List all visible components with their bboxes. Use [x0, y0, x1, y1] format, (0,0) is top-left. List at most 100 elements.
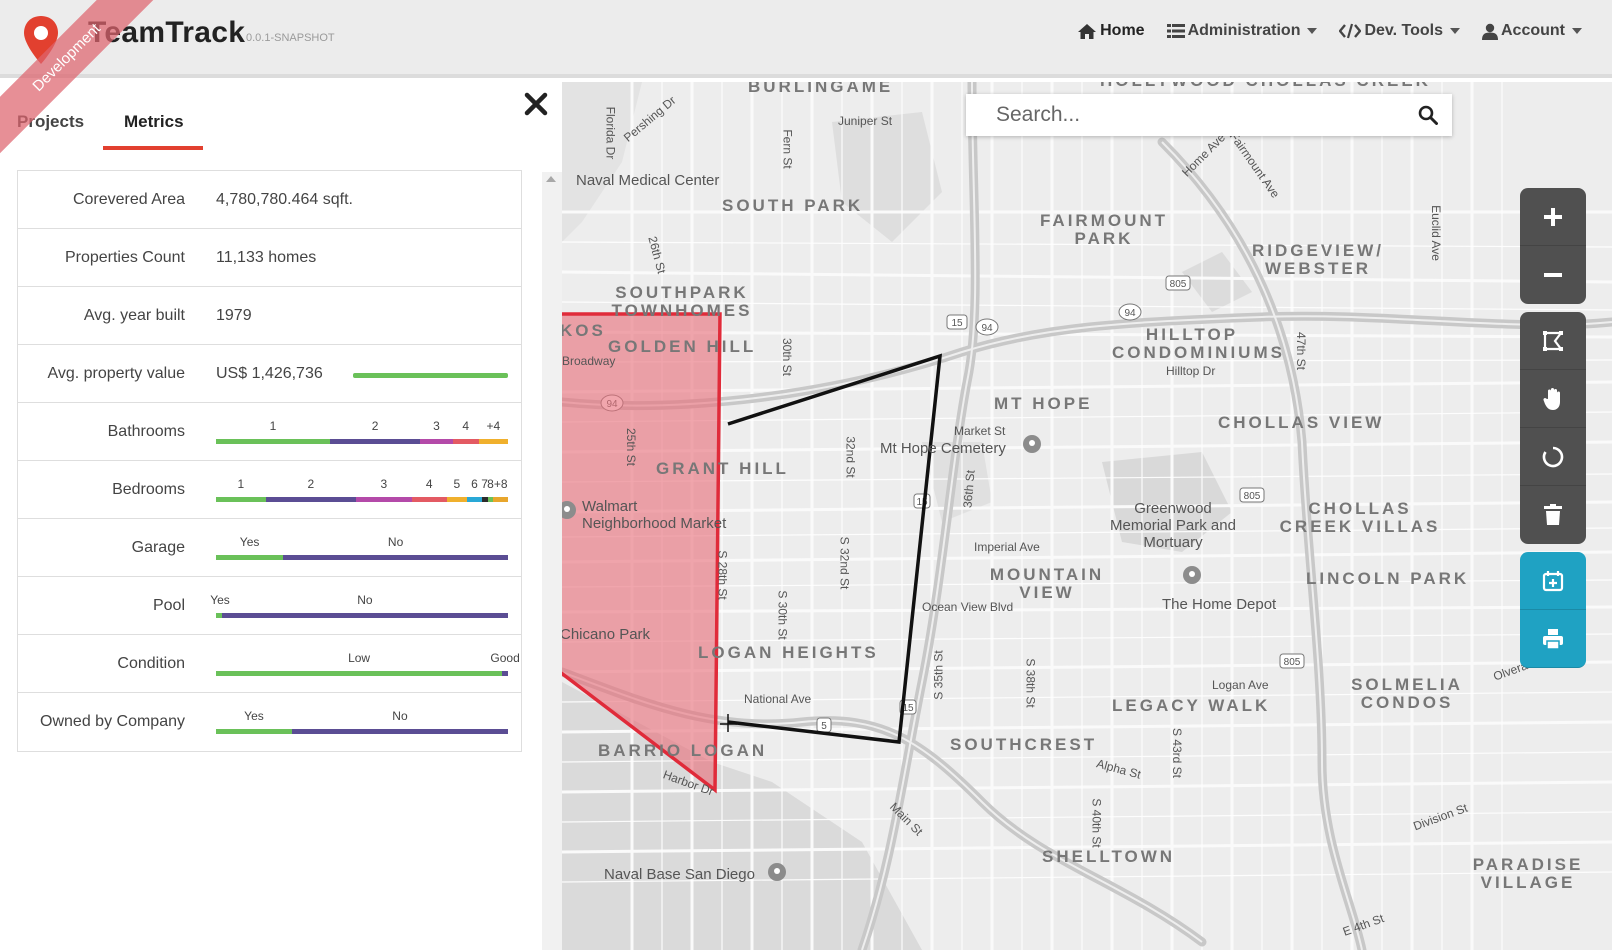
poi-label[interactable]: Walmart Neighborhood Market	[582, 498, 732, 532]
street-label: Logan Ave	[1212, 678, 1269, 692]
scroll-up-arrow-icon[interactable]	[546, 176, 556, 182]
nav-account[interactable]: Account	[1482, 22, 1582, 40]
area-label: SOUTHCREST	[950, 735, 1098, 754]
area-label: SOUTHPARK TOWNHOMES	[611, 283, 753, 320]
delete-button[interactable]	[1520, 486, 1586, 544]
distribution-segment[interactable]	[216, 439, 330, 444]
distribution-segment[interactable]	[452, 439, 479, 444]
street-label: Hilltop Dr	[1166, 364, 1216, 378]
distribution-bar	[216, 671, 508, 676]
map-view[interactable]: 94 94 94 15 805 805 805 15 15 5	[562, 82, 1612, 950]
area-label: HOLLYWOOD CHOLLAS CREEK	[1100, 82, 1431, 90]
reset-button[interactable]	[1520, 428, 1586, 486]
distribution-labels: Yes No	[216, 709, 516, 725]
map-pin-logo-icon	[24, 16, 58, 64]
add-event-button[interactable]	[1520, 552, 1586, 610]
map-search-box	[966, 94, 1452, 136]
area-label: LOGAN HEIGHTS	[698, 643, 879, 662]
metric-label: Avg. year built	[83, 307, 185, 324]
nav-home[interactable]: Home	[1077, 22, 1145, 40]
distribution-segment[interactable]	[216, 729, 292, 734]
distribution-segment[interactable]	[502, 671, 508, 676]
distribution-segment[interactable]	[216, 497, 266, 502]
metric-label: Pool	[152, 597, 185, 614]
poi-label[interactable]: The Home Depot	[1162, 596, 1276, 613]
distribution-segment[interactable]	[221, 613, 508, 618]
area-label: SOLMELIA CONDOS	[1351, 675, 1463, 712]
distribution-segment-label: 3	[380, 477, 388, 491]
poi-label[interactable]: Greenwood Memorial Park and Mortuary	[1108, 500, 1238, 551]
poi-label[interactable]: Chicano Park	[562, 626, 650, 643]
metric-label: Properties Count	[64, 249, 185, 266]
metric-value: 1979	[216, 307, 252, 324]
distribution-segment-label: No	[357, 593, 373, 607]
area-label: CHOLLAS VIEW	[1218, 413, 1385, 432]
nav-dev-tools[interactable]: Dev. Tools	[1339, 22, 1460, 40]
distribution-segment[interactable]	[420, 439, 453, 444]
distribution-segment-label: 6	[471, 477, 478, 491]
zoom-out-button[interactable]	[1520, 246, 1586, 304]
street-label: S 35th St	[931, 650, 946, 700]
street-label: 25th St	[624, 427, 639, 467]
search-input[interactable]	[996, 94, 1406, 136]
metric-row: Bathrooms 1 2 3 4 +4	[18, 403, 521, 461]
metric-row: Properties Count 11,133 homes	[18, 229, 521, 287]
distribution-segment-label: Good	[490, 651, 520, 665]
distribution-labels: 1 2 3 4 +4	[216, 419, 516, 435]
poi-label[interactable]: Mt Hope Cemetery	[880, 440, 1006, 457]
area-label: RIDGEVIEW/ WEBSTER	[1251, 241, 1384, 278]
metric-label: Avg. property value	[47, 365, 185, 382]
distribution-segment[interactable]	[216, 671, 503, 676]
svg-text:15: 15	[951, 318, 963, 329]
street-label: Fern St	[780, 129, 795, 169]
close-icon[interactable]	[522, 90, 550, 118]
street-label: S 40th St	[1089, 798, 1104, 848]
print-button[interactable]	[1520, 610, 1586, 668]
area-label: MT HOPE	[994, 394, 1093, 413]
distribution-segment-label: 2	[371, 419, 379, 433]
brand-title[interactable]: TeamTrack	[88, 16, 245, 50]
search-icon[interactable]	[1418, 105, 1438, 125]
distribution-segment-label: 3	[433, 419, 440, 433]
distribution-segment[interactable]	[356, 497, 412, 502]
area-label: CHOLLAS CREEK VILLAS	[1279, 499, 1441, 536]
poi-label[interactable]: Naval Base San Diego	[604, 866, 755, 883]
street-label: Florida Dr	[603, 106, 618, 160]
distribution-segment-label: 1	[237, 477, 245, 491]
distribution-segment[interactable]	[478, 439, 508, 444]
draw-polygon-icon	[1543, 330, 1564, 351]
distribution-segment[interactable]	[291, 729, 508, 734]
distribution-labels: 1 2 3 4 5 6 7 8 +8	[216, 477, 516, 493]
distribution-segment[interactable]	[446, 497, 468, 502]
zoom-in-button[interactable]	[1520, 188, 1586, 246]
area-label: FAIRMOUNT PARK	[1039, 211, 1169, 248]
distribution-segment[interactable]	[467, 497, 482, 502]
distribution-segment[interactable]	[283, 555, 508, 560]
plus-icon	[1544, 207, 1562, 226]
distribution-bar	[216, 555, 508, 560]
metric-label: Condition	[117, 655, 185, 672]
distribution-labels: Low Good	[216, 651, 520, 667]
distribution-segment[interactable]	[329, 439, 421, 444]
distribution-bar	[216, 497, 508, 502]
area-label: PARADISE VILLAGE	[1472, 855, 1584, 892]
pan-button[interactable]	[1520, 370, 1586, 428]
distribution-segment-label: 8	[487, 477, 494, 491]
metric-row: Avg. property value US$ 1,426,736	[18, 345, 521, 403]
area-label: BURLINGAME	[748, 82, 894, 96]
svg-text:805: 805	[1284, 657, 1301, 668]
sidebar-scrollbar[interactable]	[542, 172, 562, 950]
value-bar	[353, 373, 508, 378]
svg-text:5: 5	[821, 721, 827, 732]
distribution-segment[interactable]	[493, 497, 508, 502]
distribution-segment-label: +8	[493, 477, 508, 491]
tab-metrics[interactable]: Metrics	[124, 112, 184, 132]
distribution-segment[interactable]	[216, 555, 284, 560]
tab-projects[interactable]: Projects	[17, 112, 84, 132]
nav-administration[interactable]: Administration	[1166, 22, 1318, 40]
distribution-segment[interactable]	[411, 497, 447, 502]
draw-polygon-button[interactable]	[1520, 312, 1586, 370]
metric-label: Bathrooms	[107, 423, 185, 440]
distribution-segment[interactable]	[265, 497, 357, 502]
street-label: National Ave	[744, 692, 812, 706]
